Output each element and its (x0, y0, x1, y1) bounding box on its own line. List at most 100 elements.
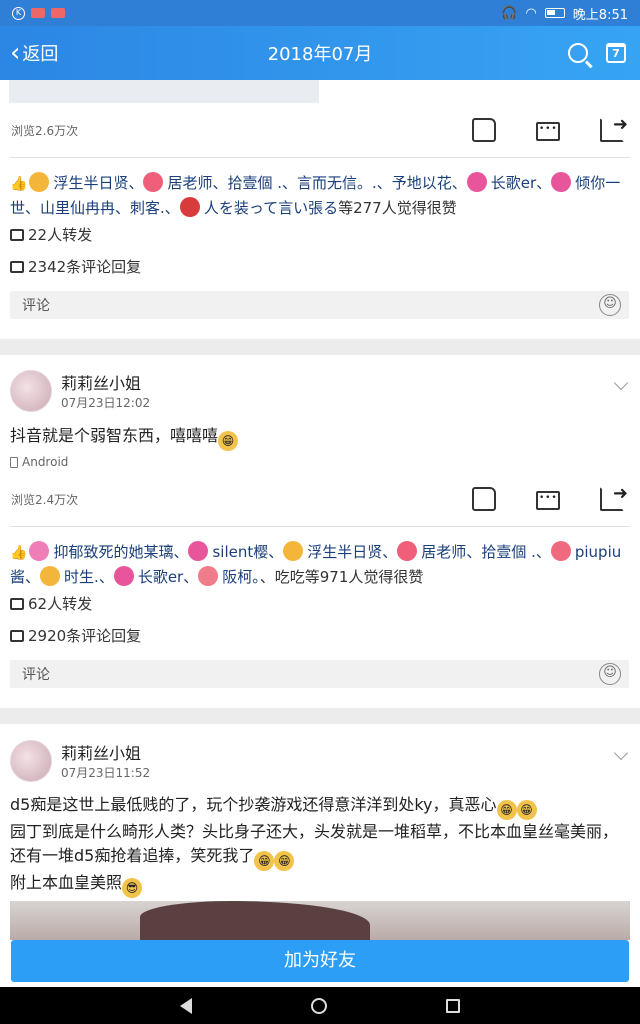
likes-count-text: 等277人觉得很赞 (338, 199, 457, 217)
sep-text: 、 (25, 568, 41, 586)
avatar-icon (143, 172, 164, 192)
liker[interactable]: 人を装って言い張る (204, 199, 338, 217)
app-k-icon: K (12, 6, 25, 20)
emoji-icon[interactable]: ☺ (599, 663, 621, 685)
view-count: 浏览2.4万次 (11, 492, 79, 507)
chevron-down-icon[interactable] (613, 375, 629, 391)
repost-count[interactable]: 22人转发 (10, 224, 92, 245)
liker[interactable]: 长歌er (491, 174, 536, 192)
emoji-icon[interactable]: ☺ (599, 294, 621, 316)
comment-input[interactable]: 评论 ☺ (10, 291, 629, 319)
comment-bubble-icon (10, 260, 24, 273)
device-label: Android (22, 455, 69, 469)
section-separator (0, 339, 640, 355)
comment-icon[interactable] (536, 491, 560, 510)
feed[interactable]: 浏览2.6万次 👍浮生半日贤、居老师、拾壹個 .、言而无信。.、予地以花、长歌e… (0, 80, 640, 940)
add-friend-button[interactable]: 加为好友 (11, 940, 629, 982)
comment-count[interactable]: 2920条评论回复 (10, 625, 141, 646)
comment-icon[interactable] (536, 122, 560, 141)
comment-bubble-icon (10, 629, 24, 642)
avatar-icon (466, 172, 487, 192)
liker[interactable]: 、刺客.、 (115, 199, 180, 217)
comment-count-text: 2342条评论回复 (28, 258, 142, 276)
post-time: 07月23日12:02 (61, 396, 151, 410)
avatar-icon (551, 172, 572, 192)
sep-text: 、 (382, 543, 398, 561)
comment-input[interactable]: 评论 ☺ (10, 660, 629, 688)
avatar-icon (188, 541, 209, 561)
avatar-icon (283, 541, 304, 561)
notification-icon (31, 8, 45, 18)
sep-text: 、 (98, 568, 114, 586)
view-count: 浏览2.6万次 (11, 123, 79, 138)
share-icon[interactable] (600, 114, 628, 142)
sep-text: 、 (536, 174, 552, 192)
comment-count[interactable]: 2342条评论回复 (10, 256, 141, 277)
repost-text: 62人转发 (28, 595, 93, 613)
avatar[interactable] (10, 740, 52, 782)
liker-group[interactable]: 、拾壹個 .、言而无信。.、予地以花、 (212, 174, 466, 192)
grin-emoji-icon: 😁 (218, 431, 239, 451)
grin-emoji-icon: 😁 (516, 800, 537, 820)
liker[interactable]: 居老师 (167, 174, 212, 192)
comment-placeholder: 评论 (22, 667, 50, 683)
post-body: 抖音就是个弱智东西，嘻嘻嘻 (10, 426, 219, 445)
home-circle-icon[interactable] (310, 997, 327, 1014)
back-triangle-icon[interactable] (179, 997, 192, 1014)
username[interactable]: 莉莉丝小姐 (61, 740, 141, 764)
thumbs-up-icon: 👍 (10, 545, 28, 561)
post-image[interactable] (9, 80, 319, 103)
calendar-icon[interactable]: 7 (606, 43, 626, 63)
avatar-icon (29, 541, 50, 561)
liker[interactable]: 某璃、 (143, 543, 188, 561)
like-icon[interactable] (472, 118, 496, 142)
like-icon[interactable] (472, 487, 496, 511)
post-header: 莉莉丝小姐 07月23日12:02 (10, 370, 630, 418)
headset-icon: 🎧 (501, 5, 518, 21)
avatar[interactable] (10, 370, 52, 412)
chevron-left-icon: ‹ (10, 38, 21, 68)
username[interactable]: 莉莉丝小姐 (61, 370, 141, 394)
back-label: 返回 (22, 44, 59, 65)
search-icon[interactable] (568, 43, 588, 63)
liker[interactable]: 时生. (64, 568, 99, 586)
sep-text: 、 (183, 568, 199, 586)
post-text: d5痴是这世上最低贱的了，玩个抄袭游戏还得意洋洋到处ky，真恶心 😁 😁 园丁到底是… (10, 793, 630, 898)
chevron-down-icon[interactable] (613, 745, 629, 761)
recent-apps-icon[interactable] (446, 998, 461, 1013)
page-title: 2018年07月 (267, 44, 373, 65)
device-info: Android (10, 455, 68, 469)
liker[interactable]: silent樱 (212, 543, 268, 561)
avatar-icon (179, 197, 200, 217)
battery-icon (544, 8, 565, 18)
liker[interactable]: 长歌er (138, 568, 183, 586)
liker[interactable]: 抑郁致死的她 (53, 543, 143, 561)
liker[interactable]: 浮生半日贤 (307, 543, 382, 561)
back-button[interactable]: ‹ 返回 (0, 40, 120, 66)
top-nav-bar: ‹ 返回 2018年07月 7 (0, 26, 640, 80)
phone-icon (10, 456, 18, 468)
liker[interactable]: 、山里仙冉冉 (25, 199, 115, 217)
share-icon[interactable] (600, 483, 628, 511)
post-header: 莉莉丝小姐 07月23日11:52 (10, 740, 630, 788)
likes-count-text: 、吃吃等971人觉得很赞 (259, 568, 424, 586)
grin-emoji-icon: 😁 (274, 851, 295, 871)
liker[interactable]: 居老师 (421, 543, 466, 561)
likes-list: 👍 抑郁致死的她某璃、 silent樱、 浮生半日贤、 居老师、拾壹個 .、 piupiu… (10, 540, 630, 589)
liker[interactable]: 阪柯。 (222, 568, 260, 586)
repost-count[interactable]: 62人转发 (10, 593, 92, 614)
cool-emoji-icon: 😎 (122, 878, 143, 898)
sep-text: 、 (128, 174, 144, 192)
post-stats-row: 浏览2.6万次 (0, 105, 640, 155)
avatar-icon (29, 172, 50, 192)
avatar-icon (550, 541, 571, 561)
sep-text: 、 (268, 543, 284, 561)
post-image[interactable] (10, 901, 630, 940)
grin-emoji-icon: 😁 (496, 800, 517, 820)
post-line: d5痴是这世上最低贱的了，玩个抄袭游戏还得意洋洋到处ky，真恶心 (10, 795, 497, 814)
post-stats-row: 浏览2.4万次 (0, 474, 640, 524)
liker[interactable]: 浮生半日贤 (53, 174, 128, 192)
liker[interactable]: 、拾壹個 .、 (466, 543, 551, 561)
notification-icon-2 (51, 8, 65, 18)
avatar-icon (198, 566, 219, 586)
